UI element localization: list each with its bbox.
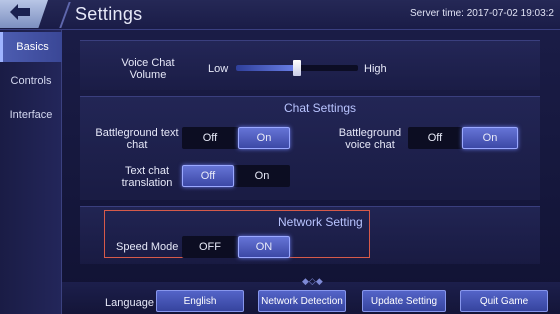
- back-arrow-icon: [10, 4, 30, 20]
- sidebar-item-interface[interactable]: Interface: [0, 100, 62, 130]
- speed-mode-label: Speed Mode: [116, 241, 179, 253]
- server-time: Server time: 2017-07-02 19:03:2: [410, 8, 554, 19]
- voice-volume-panel: Voice Chat Volume Low High: [80, 40, 540, 90]
- sidebar-item-basics[interactable]: Basics: [0, 32, 62, 62]
- page-title: Settings: [75, 4, 143, 24]
- battleground-text-chat-label-line1: Battleground text: [95, 127, 179, 139]
- speed-mode-off-option[interactable]: OFF: [182, 236, 238, 258]
- chat-settings-title: Chat Settings: [284, 101, 357, 115]
- battleground-text-chat-on-option[interactable]: On: [238, 127, 290, 149]
- language-label: Language: [105, 297, 154, 309]
- quit-game-button[interactable]: Quit Game: [460, 290, 548, 312]
- volume-high-label: High: [364, 63, 387, 75]
- volume-slider-fill: [236, 65, 297, 71]
- text-chat-translation-off-option[interactable]: Off: [182, 165, 234, 187]
- voice-chat-volume-label-line2: Volume: [129, 69, 167, 81]
- text-chat-translation-on-option[interactable]: On: [234, 165, 290, 187]
- voice-chat-volume-label-line1: Voice Chat: [121, 57, 175, 69]
- battleground-text-chat-toggle[interactable]: Off On: [182, 127, 290, 149]
- text-chat-translation-label-line2: translation: [121, 177, 173, 189]
- battleground-voice-chat-label-line2: voice chat: [345, 139, 395, 151]
- settings-screen: Settings Server time: 2017-07-02 19:03:2…: [0, 0, 560, 314]
- sidebar: Basics Controls Interface: [0, 30, 62, 314]
- volume-slider-thumb[interactable]: [293, 60, 301, 76]
- battleground-voice-chat-off-option[interactable]: Off: [408, 127, 462, 149]
- network-setting-title: Network Setting: [278, 215, 363, 229]
- speed-mode-toggle[interactable]: OFF ON: [182, 236, 290, 258]
- voice-chat-volume-label: Voice Chat Volume: [110, 57, 186, 81]
- battleground-text-chat-off-option[interactable]: Off: [182, 127, 238, 149]
- battleground-text-chat-label: Battleground text chat: [90, 127, 184, 151]
- settings-content: Voice Chat Volume Low High Chat Settings…: [80, 32, 540, 280]
- update-setting-button[interactable]: Update Setting: [362, 290, 446, 312]
- battleground-voice-chat-toggle[interactable]: Off On: [408, 127, 518, 149]
- volume-low-label: Low: [208, 63, 229, 75]
- battleground-voice-chat-label-line1: Battleground: [338, 127, 402, 139]
- battleground-text-chat-label-line2: chat: [126, 139, 148, 151]
- footer-bar: ◆◇◆ Language English Network Detection U…: [62, 276, 560, 314]
- battleground-voice-chat-on-option[interactable]: On: [462, 127, 518, 149]
- text-chat-translation-toggle[interactable]: Off On: [182, 165, 290, 187]
- header-bar: Settings Server time: 2017-07-02 19:03:2: [0, 0, 560, 30]
- speed-mode-on-option[interactable]: ON: [238, 236, 290, 258]
- text-chat-translation-label-line1: Text chat: [124, 165, 170, 177]
- footer-ornament-icon: ◆◇◆: [302, 276, 323, 286]
- network-detection-button[interactable]: Network Detection: [258, 290, 346, 312]
- title-separator: [47, 2, 71, 28]
- text-chat-translation-label: Text chat translation: [110, 165, 184, 189]
- chat-settings-panel: Chat Settings Battleground text chat Off…: [80, 96, 540, 200]
- language-button[interactable]: English: [156, 290, 244, 312]
- back-button[interactable]: [0, 0, 48, 28]
- sidebar-item-controls[interactable]: Controls: [0, 66, 62, 96]
- network-setting-highlight: Network Setting Speed Mode OFF ON: [104, 210, 370, 258]
- volume-slider[interactable]: [236, 60, 358, 76]
- battleground-voice-chat-label: Battleground voice chat: [332, 127, 408, 151]
